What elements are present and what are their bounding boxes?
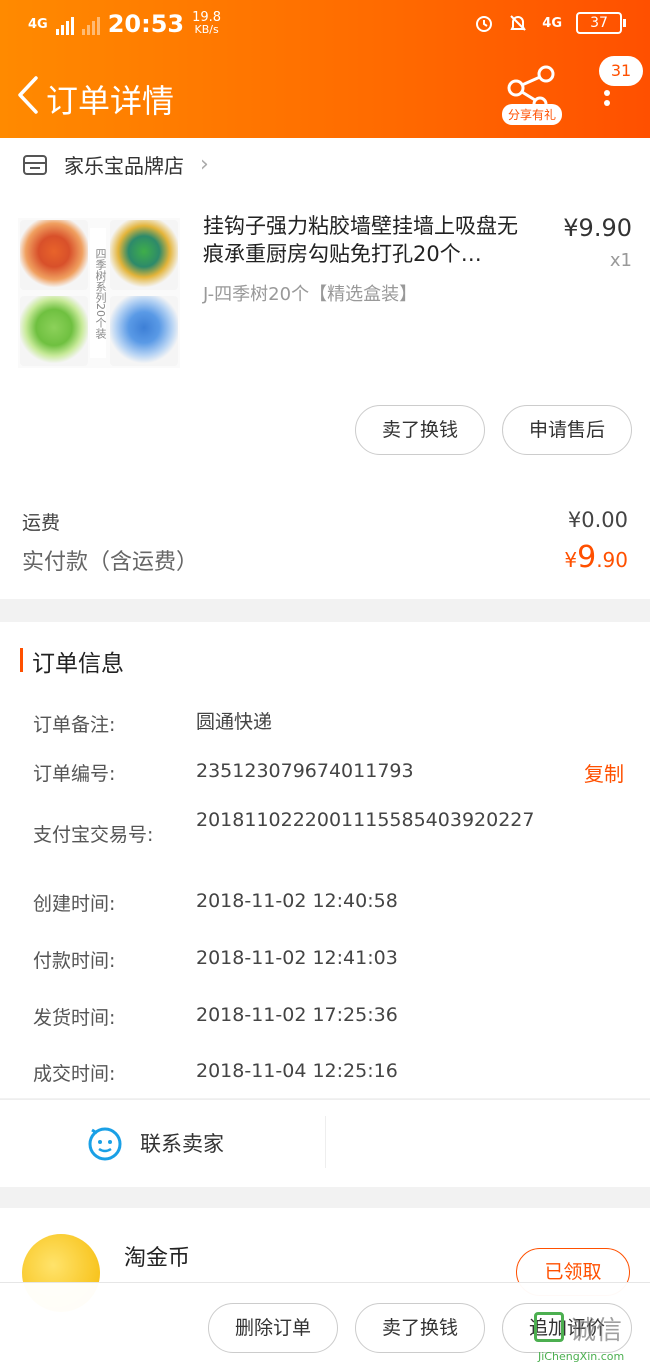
order-number-label: 订单编号: bbox=[33, 763, 116, 785]
alipay-trade-label: 支付宝交易号: bbox=[33, 824, 154, 846]
watermark-logo-icon bbox=[534, 1312, 564, 1342]
product-sku: J-四季树20个【精选盒装】 bbox=[203, 284, 418, 305]
mute-bell-icon bbox=[510, 15, 526, 31]
network-speed: 19.8 KB/s bbox=[192, 11, 221, 36]
product-price: ¥9.90 bbox=[563, 214, 632, 242]
store-icon bbox=[23, 154, 47, 175]
watermark-text: 诚信 bbox=[570, 1316, 623, 1346]
completed-time-label: 成交时间: bbox=[33, 1063, 116, 1085]
store-name: 家乐宝品牌店 bbox=[64, 154, 184, 178]
clock: 20:53 bbox=[107, 10, 185, 38]
completed-time-value: 2018-11-04 12:25:16 bbox=[196, 1060, 398, 1082]
shipping-value: ¥0.00 bbox=[567, 508, 628, 532]
network-label: 4G bbox=[28, 16, 48, 32]
share-badge[interactable]: 分享有礼 bbox=[502, 104, 563, 125]
page-title: 订单详情 bbox=[46, 82, 175, 120]
paid-integer: 9 bbox=[577, 540, 597, 575]
paid-amount: ¥9.90 bbox=[564, 540, 628, 575]
contact-seller-label: 联系卖家 bbox=[140, 1132, 224, 1156]
after-sale-button[interactable]: 申请售后 bbox=[502, 405, 632, 455]
message-count-badge[interactable]: 31 bbox=[599, 56, 643, 86]
product-quantity: x1 bbox=[609, 250, 632, 271]
copy-order-number-button[interactable]: 复制 bbox=[584, 758, 624, 787]
sell-for-cash-button[interactable]: 卖了换钱 bbox=[355, 405, 485, 455]
chevron-right-icon: › bbox=[200, 152, 209, 177]
status-bar: 4G 20:53 19.8 KB/s 4G 37 bbox=[0, 8, 650, 44]
tree-image-spring bbox=[110, 220, 178, 290]
tree-image-summer bbox=[20, 296, 88, 366]
shipped-time-value: 2018-11-02 17:25:36 bbox=[196, 1004, 398, 1026]
shipped-time-label: 发货时间: bbox=[33, 1007, 116, 1029]
delete-order-button[interactable]: 删除订单 bbox=[208, 1303, 338, 1353]
paid-time-label: 付款时间: bbox=[33, 950, 116, 972]
order-card: 家乐宝品牌店 › bbox=[0, 138, 650, 599]
order-number-value: 235123079674011793 bbox=[196, 760, 414, 782]
paid-time-value: 2018-11-02 12:41:03 bbox=[196, 947, 398, 969]
chat-face-icon bbox=[88, 1127, 122, 1161]
network-label-right: 4G bbox=[542, 15, 562, 31]
speed-unit: KB/s bbox=[194, 23, 219, 36]
battery-icon: 37 bbox=[576, 12, 626, 34]
coin-title: 淘金币 bbox=[124, 1246, 191, 1271]
more-icon[interactable] bbox=[600, 86, 614, 122]
app-header: 4G 20:53 19.8 KB/s 4G 37 订单详情 分享有礼 31 bbox=[0, 0, 650, 138]
tree-image-autumn bbox=[20, 220, 88, 290]
watermark-sub: JiChengXin.com bbox=[538, 1350, 625, 1363]
product-image-label: 四季树系列20个装 bbox=[90, 228, 107, 358]
product-thumbnail[interactable]: 四季树系列20个装 bbox=[18, 218, 180, 368]
created-time-value: 2018-11-02 12:40:58 bbox=[196, 890, 398, 912]
watermark: 诚信 JiChengXin.com bbox=[530, 1310, 648, 1370]
order-info-title: 订单信息 bbox=[32, 651, 124, 677]
alipay-trade-value: 2018110222001115585403920227 bbox=[196, 809, 535, 831]
created-time-label: 创建时间: bbox=[33, 893, 116, 915]
signal-icon bbox=[55, 13, 74, 35]
contact-seller-button[interactable]: 联系卖家 bbox=[86, 1124, 224, 1162]
nav-bar: 订单详情 分享有礼 31 bbox=[0, 56, 650, 130]
divider bbox=[325, 1116, 326, 1168]
paid-decimal: .90 bbox=[596, 548, 628, 572]
back-icon[interactable] bbox=[10, 72, 46, 118]
remark-value: 圆通快递 bbox=[196, 711, 273, 733]
paid-currency: ¥ bbox=[564, 548, 578, 572]
product-title[interactable]: 挂钩子强力粘胶墙壁挂墙上吸盘无痕承重厨房勾贴免打孔20个… bbox=[203, 212, 538, 268]
shipping-label: 运费 bbox=[22, 512, 61, 534]
store-link[interactable]: 家乐宝品牌店 › bbox=[22, 150, 209, 179]
section-accent-bar bbox=[20, 648, 23, 672]
bottom-sell-button[interactable]: 卖了换钱 bbox=[355, 1303, 485, 1353]
alarm-icon bbox=[476, 16, 493, 32]
remark-label: 订单备注: bbox=[33, 714, 116, 736]
tree-image-winter bbox=[110, 296, 178, 366]
paid-label: 实付款（含运费） bbox=[22, 550, 199, 575]
signal-secondary-icon bbox=[81, 13, 100, 35]
